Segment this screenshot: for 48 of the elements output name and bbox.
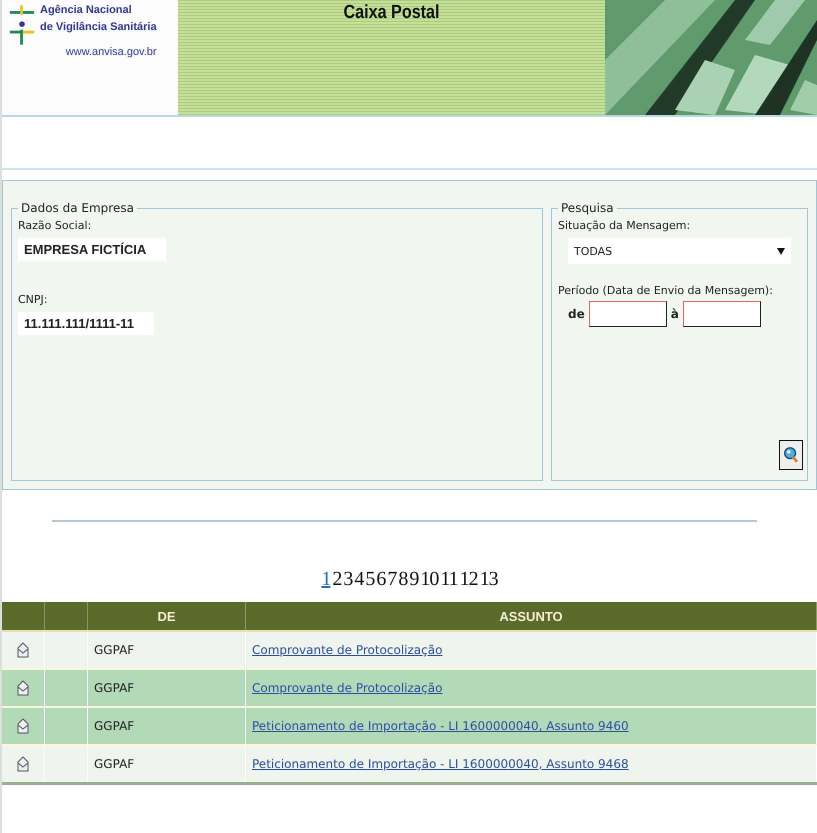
column-header: ASSUNTO <box>246 602 816 631</box>
company-name: EMPRESA FICTÍCIA <box>18 238 166 261</box>
field-label: Situação da Mensagem: <box>558 219 692 232</box>
search-button[interactable] <box>779 440 803 470</box>
page-link[interactable]: 9 <box>409 568 418 590</box>
sender-cell: GGPAF <box>88 745 246 783</box>
date-from-field[interactable] <box>588 301 667 327</box>
page-link[interactable]: 8 <box>398 568 408 590</box>
page-link[interactable]: 4 <box>354 568 364 590</box>
subject-link[interactable]: Comprovante de Protocolização <box>252 643 442 657</box>
field-label: Razão Social: <box>18 219 92 232</box>
page-link[interactable]: 5 <box>365 568 374 590</box>
status-dropdown[interactable]: TODAS <box>568 238 791 264</box>
page-link[interactable]: 10 <box>420 568 438 590</box>
subject-link[interactable]: Peticionamento de Importação - LI 1600000040, Assunto 9468 <box>252 756 629 771</box>
cnpj-value: 11.111.111/1111-11 <box>18 312 154 335</box>
message-row[interactable]: GGPAF Comprovante de Protocolização <box>2 631 816 669</box>
page-link[interactable]: 7 <box>387 568 396 590</box>
page-link[interactable]: 11 <box>440 568 458 590</box>
page-link[interactable]: 6 <box>376 568 386 590</box>
page-link[interactable]: 3 <box>343 568 352 590</box>
page-link[interactable]: 13 <box>480 568 498 590</box>
field-label: de <box>567 307 586 321</box>
field-label: Período (Data de Envio da Mensagem): <box>558 284 774 297</box>
group-legend: Pesquisa <box>558 201 617 215</box>
page-link[interactable]: 2 <box>332 568 342 590</box>
subject-link[interactable]: Comprovante de Protocolização <box>252 681 442 695</box>
envelope-icon[interactable] <box>17 756 29 772</box>
envelope-icon[interactable] <box>17 642 29 658</box>
message-row[interactable]: GGPAF Comprovante de Protocolização <box>2 669 816 707</box>
group-legend: Dados da Empresa <box>18 201 137 215</box>
envelope-icon[interactable] <box>17 680 29 696</box>
website-text: www.anvisa.gov.br <box>64 45 157 60</box>
page-title: Caixa Postal <box>343 2 440 24</box>
message-row[interactable]: GGPAF Peticionamento de Importação - LI 1600000040, Assunto 9460 <box>2 707 816 745</box>
field-label: CNPJ: <box>18 293 48 306</box>
message-row[interactable]: GGPAF Peticionamento de Importação - LI 1600000040, Assunto 9468 <box>2 745 816 783</box>
search-icon <box>782 445 800 465</box>
agency-name: Agência Nacional <box>40 3 133 18</box>
agency-name: de Vigilância Sanitária <box>40 20 157 35</box>
caret-icon <box>777 248 785 254</box>
field-label: à <box>670 307 680 321</box>
page-link[interactable]: 1 <box>321 568 330 590</box>
date-to-field[interactable] <box>682 301 761 327</box>
subject-link[interactable]: Peticionamento de Importação - LI 1600000040, Assunto 9460 <box>252 719 629 733</box>
envelope-icon[interactable] <box>17 718 29 734</box>
page-link[interactable]: 12 <box>460 568 478 590</box>
column-header: DE <box>88 602 246 631</box>
